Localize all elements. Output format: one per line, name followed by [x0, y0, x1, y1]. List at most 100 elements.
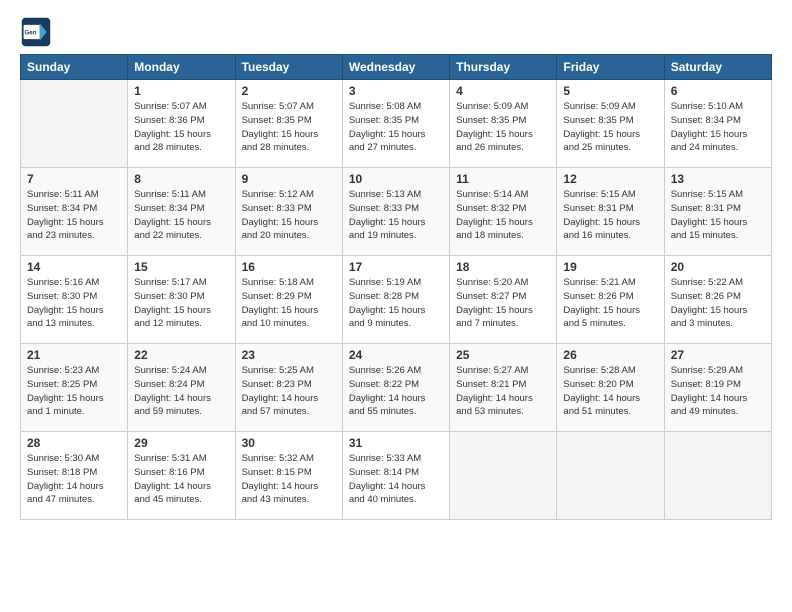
day-cell: 20 Sunrise: 5:22 AM Sunset: 8:26 PM Dayli… — [664, 256, 771, 344]
day-info: Sunrise: 5:21 AM Sunset: 8:26 PM Dayligh… — [563, 276, 657, 331]
day-info: Sunrise: 5:12 AM Sunset: 8:33 PM Dayligh… — [242, 188, 336, 243]
day-number: 2 — [242, 84, 336, 98]
day-cell: 5 Sunrise: 5:09 AM Sunset: 8:35 PM Daylig… — [557, 80, 664, 168]
day-cell: 28 Sunrise: 5:30 AM Sunset: 8:18 PM Dayli… — [21, 432, 128, 520]
day-number: 23 — [242, 348, 336, 362]
day-cell: 25 Sunrise: 5:27 AM Sunset: 8:21 PM Dayli… — [450, 344, 557, 432]
day-info: Sunrise: 5:18 AM Sunset: 8:29 PM Dayligh… — [242, 276, 336, 331]
day-info: Sunrise: 5:11 AM Sunset: 8:34 PM Dayligh… — [134, 188, 228, 243]
logo-icon: Gen — [20, 16, 52, 48]
day-info: Sunrise: 5:15 AM Sunset: 8:31 PM Dayligh… — [563, 188, 657, 243]
week-row-2: 7Sunrise: 5:11 AM Sunset: 8:34 PM Daylig… — [21, 168, 772, 256]
col-header-wednesday: Wednesday — [342, 55, 449, 80]
day-cell: 19 Sunrise: 5:21 AM Sunset: 8:26 PM Dayli… — [557, 256, 664, 344]
col-header-monday: Monday — [128, 55, 235, 80]
week-row-4: 21Sunrise: 5:23 AM Sunset: 8:25 PM Dayli… — [21, 344, 772, 432]
day-info: Sunrise: 5:33 AM Sunset: 8:14 PM Dayligh… — [349, 452, 443, 507]
day-info: Sunrise: 5:26 AM Sunset: 8:22 PM Dayligh… — [349, 364, 443, 419]
day-info: Sunrise: 5:07 AM Sunset: 8:35 PM Dayligh… — [242, 100, 336, 155]
day-number: 1 — [134, 84, 228, 98]
day-number: 21 — [27, 348, 121, 362]
day-info: Sunrise: 5:07 AM Sunset: 8:36 PM Dayligh… — [134, 100, 228, 155]
day-info: Sunrise: 5:13 AM Sunset: 8:33 PM Dayligh… — [349, 188, 443, 243]
day-info: Sunrise: 5:28 AM Sunset: 8:20 PM Dayligh… — [563, 364, 657, 419]
day-cell: 26 Sunrise: 5:28 AM Sunset: 8:20 PM Dayli… — [557, 344, 664, 432]
day-cell: 29Sunrise: 5:31 AM Sunset: 8:16 PM Dayli… — [128, 432, 235, 520]
day-cell: 6Sunrise: 5:10 AM Sunset: 8:34 PM Daylig… — [664, 80, 771, 168]
day-cell: 13 Sunrise: 5:15 AM Sunset: 8:31 PM Dayli… — [664, 168, 771, 256]
day-cell: 30 Sunrise: 5:32 AM Sunset: 8:15 PM Dayli… — [235, 432, 342, 520]
day-number: 22 — [134, 348, 228, 362]
day-number: 27 — [671, 348, 765, 362]
day-info: Sunrise: 5:31 AM Sunset: 8:16 PM Dayligh… — [134, 452, 228, 507]
day-cell: 17 Sunrise: 5:19 AM Sunset: 8:28 PM Dayli… — [342, 256, 449, 344]
day-cell: 3 Sunrise: 5:08 AM Sunset: 8:35 PM Daylig… — [342, 80, 449, 168]
day-cell: 9 Sunrise: 5:12 AM Sunset: 8:33 PM Daylig… — [235, 168, 342, 256]
day-cell: 7Sunrise: 5:11 AM Sunset: 8:34 PM Daylig… — [21, 168, 128, 256]
day-info: Sunrise: 5:10 AM Sunset: 8:34 PM Dayligh… — [671, 100, 765, 155]
day-cell — [21, 80, 128, 168]
calendar-table: SundayMondayTuesdayWednesdayThursdayFrid… — [20, 54, 772, 520]
day-number: 12 — [563, 172, 657, 186]
day-number: 10 — [349, 172, 443, 186]
col-header-sunday: Sunday — [21, 55, 128, 80]
day-cell: 15Sunrise: 5:17 AM Sunset: 8:30 PM Dayli… — [128, 256, 235, 344]
day-cell: 16Sunrise: 5:18 AM Sunset: 8:29 PM Dayli… — [235, 256, 342, 344]
day-number: 8 — [134, 172, 228, 186]
week-row-5: 28 Sunrise: 5:30 AM Sunset: 8:18 PM Dayli… — [21, 432, 772, 520]
day-info: Sunrise: 5:25 AM Sunset: 8:23 PM Dayligh… — [242, 364, 336, 419]
day-cell — [557, 432, 664, 520]
day-info: Sunrise: 5:22 AM Sunset: 8:26 PM Dayligh… — [671, 276, 765, 331]
day-cell: 24 Sunrise: 5:26 AM Sunset: 8:22 PM Dayli… — [342, 344, 449, 432]
week-row-1: 1 Sunrise: 5:07 AM Sunset: 8:36 PM Daylig… — [21, 80, 772, 168]
day-cell: 23 Sunrise: 5:25 AM Sunset: 8:23 PM Dayli… — [235, 344, 342, 432]
day-info: Sunrise: 5:09 AM Sunset: 8:35 PM Dayligh… — [456, 100, 550, 155]
day-number: 5 — [563, 84, 657, 98]
day-number: 19 — [563, 260, 657, 274]
day-info: Sunrise: 5:30 AM Sunset: 8:18 PM Dayligh… — [27, 452, 121, 507]
svg-text:Gen: Gen — [24, 30, 36, 37]
day-number: 4 — [456, 84, 550, 98]
day-number: 24 — [349, 348, 443, 362]
header-row: SundayMondayTuesdayWednesdayThursdayFrid… — [21, 55, 772, 80]
day-info: Sunrise: 5:32 AM Sunset: 8:15 PM Dayligh… — [242, 452, 336, 507]
day-number: 20 — [671, 260, 765, 274]
day-cell: 11Sunrise: 5:14 AM Sunset: 8:32 PM Dayli… — [450, 168, 557, 256]
day-cell: 14 Sunrise: 5:16 AM Sunset: 8:30 PM Dayli… — [21, 256, 128, 344]
week-row-3: 14 Sunrise: 5:16 AM Sunset: 8:30 PM Dayli… — [21, 256, 772, 344]
day-number: 3 — [349, 84, 443, 98]
day-cell: 12 Sunrise: 5:15 AM Sunset: 8:31 PM Dayli… — [557, 168, 664, 256]
day-number: 17 — [349, 260, 443, 274]
day-cell — [450, 432, 557, 520]
day-cell: 10 Sunrise: 5:13 AM Sunset: 8:33 PM Dayli… — [342, 168, 449, 256]
day-cell: 8 Sunrise: 5:11 AM Sunset: 8:34 PM Daylig… — [128, 168, 235, 256]
col-header-friday: Friday — [557, 55, 664, 80]
day-cell: 2 Sunrise: 5:07 AM Sunset: 8:35 PM Daylig… — [235, 80, 342, 168]
header: Gen — [20, 16, 772, 48]
day-info: Sunrise: 5:17 AM Sunset: 8:30 PM Dayligh… — [134, 276, 228, 331]
day-number: 9 — [242, 172, 336, 186]
day-cell: 31 Sunrise: 5:33 AM Sunset: 8:14 PM Dayli… — [342, 432, 449, 520]
day-number: 14 — [27, 260, 121, 274]
day-number: 25 — [456, 348, 550, 362]
day-number: 13 — [671, 172, 765, 186]
day-info: Sunrise: 5:15 AM Sunset: 8:31 PM Dayligh… — [671, 188, 765, 243]
day-info: Sunrise: 5:27 AM Sunset: 8:21 PM Dayligh… — [456, 364, 550, 419]
day-cell: 1 Sunrise: 5:07 AM Sunset: 8:36 PM Daylig… — [128, 80, 235, 168]
day-number: 26 — [563, 348, 657, 362]
day-info: Sunrise: 5:08 AM Sunset: 8:35 PM Dayligh… — [349, 100, 443, 155]
day-number: 28 — [27, 436, 121, 450]
day-info: Sunrise: 5:29 AM Sunset: 8:19 PM Dayligh… — [671, 364, 765, 419]
day-info: Sunrise: 5:09 AM Sunset: 8:35 PM Dayligh… — [563, 100, 657, 155]
day-cell: 18Sunrise: 5:20 AM Sunset: 8:27 PM Dayli… — [450, 256, 557, 344]
day-info: Sunrise: 5:19 AM Sunset: 8:28 PM Dayligh… — [349, 276, 443, 331]
day-info: Sunrise: 5:16 AM Sunset: 8:30 PM Dayligh… — [27, 276, 121, 331]
day-number: 30 — [242, 436, 336, 450]
col-header-thursday: Thursday — [450, 55, 557, 80]
col-header-saturday: Saturday — [664, 55, 771, 80]
day-cell: 21Sunrise: 5:23 AM Sunset: 8:25 PM Dayli… — [21, 344, 128, 432]
col-header-tuesday: Tuesday — [235, 55, 342, 80]
day-info: Sunrise: 5:20 AM Sunset: 8:27 PM Dayligh… — [456, 276, 550, 331]
day-number: 31 — [349, 436, 443, 450]
day-cell: 22Sunrise: 5:24 AM Sunset: 8:24 PM Dayli… — [128, 344, 235, 432]
